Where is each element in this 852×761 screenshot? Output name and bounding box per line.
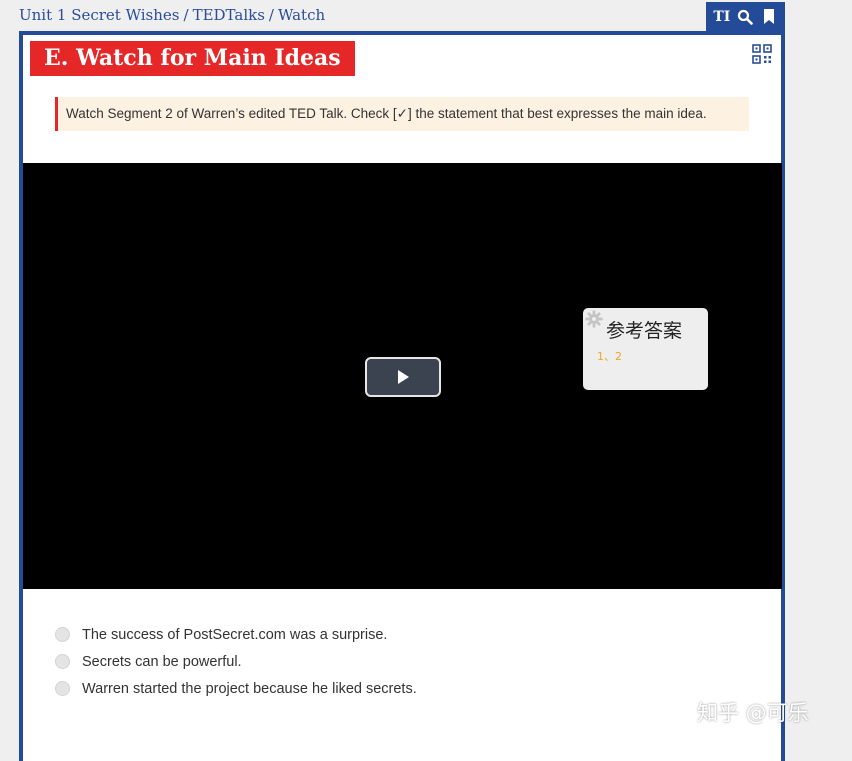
- check-circle-icon: [55, 681, 70, 696]
- check-circle-icon: [55, 627, 70, 642]
- instruction-box: Watch Segment 2 of Warren’s edited TED T…: [55, 97, 749, 131]
- text-size-icon: TI: [713, 8, 731, 25]
- breadcrumb-tedtalks[interactable]: TEDTalks: [193, 6, 265, 24]
- option-label: Warren started the project because he li…: [82, 680, 417, 697]
- play-button[interactable]: [365, 357, 441, 397]
- toolbar: TI: [706, 2, 785, 31]
- breadcrumb-separator: /: [183, 6, 189, 24]
- play-icon: [398, 370, 409, 384]
- bookmark-button[interactable]: [759, 7, 779, 27]
- breadcrumb-unit[interactable]: Unit 1 Secret Wishes: [19, 6, 180, 24]
- answer-value: 1、2: [597, 350, 622, 363]
- breadcrumb-watch[interactable]: Watch: [278, 6, 325, 24]
- search-icon: [738, 9, 754, 25]
- qr-code-button[interactable]: [752, 44, 772, 64]
- video-player[interactable]: 参考答案 1、2: [23, 163, 782, 589]
- answer-overlay: 参考答案 1、2: [583, 308, 708, 390]
- qr-code-icon: [752, 44, 772, 64]
- activity-panel: E. Watch for Main Ideas Watch Segment 2 …: [19, 31, 785, 761]
- check-circle-icon: [55, 654, 70, 669]
- option-3[interactable]: Warren started the project because he li…: [55, 675, 417, 702]
- gear-icon: [585, 310, 603, 328]
- text-size-button[interactable]: TI: [712, 7, 732, 27]
- search-button[interactable]: [735, 7, 755, 27]
- option-1[interactable]: The success of PostSecret.com was a surp…: [55, 621, 417, 648]
- answer-heading: 参考答案: [606, 320, 683, 342]
- watermark: 知乎 @可乐: [697, 701, 809, 725]
- option-2[interactable]: Secrets can be powerful.: [55, 648, 417, 675]
- option-label: The success of PostSecret.com was a surp…: [82, 626, 388, 643]
- option-label: Secrets can be powerful.: [82, 653, 242, 670]
- breadcrumb: Unit 1 Secret Wishes / TEDTalks / Watch: [19, 6, 325, 24]
- answer-options: The success of PostSecret.com was a surp…: [55, 621, 417, 702]
- bookmark-icon: [764, 9, 775, 24]
- breadcrumb-separator: /: [268, 6, 274, 24]
- section-title: E. Watch for Main Ideas: [30, 41, 355, 76]
